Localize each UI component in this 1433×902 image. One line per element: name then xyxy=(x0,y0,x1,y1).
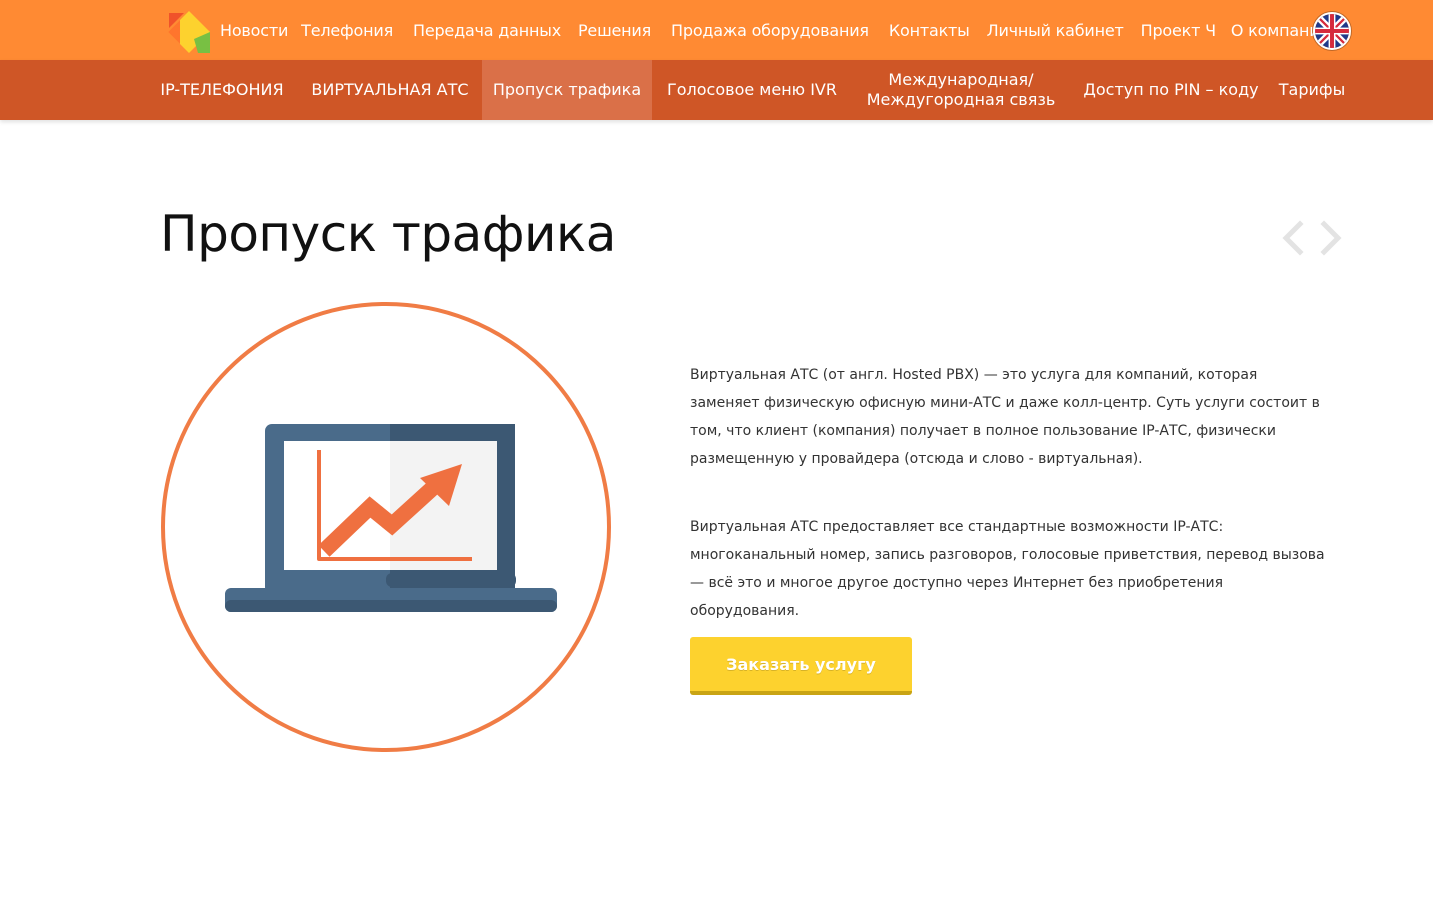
top-bar: Новости Телефония Передача данных Решени… xyxy=(0,0,1433,60)
topnav-personal-account[interactable]: Личный кабинет xyxy=(987,21,1124,40)
topnav-data-transfer[interactable]: Передача данных xyxy=(413,21,561,40)
order-service-button[interactable]: Заказать услугу xyxy=(690,637,912,695)
topnav-project-ch[interactable]: Проект Ч xyxy=(1141,21,1216,40)
subnav-international-line2: Междугородная связь xyxy=(866,90,1056,109)
top-navigation: Новости Телефония Передача данных Решени… xyxy=(220,0,1330,60)
subnav-international-line1: Международная/ xyxy=(888,70,1034,89)
chevron-left-icon[interactable] xyxy=(1278,218,1310,258)
subnav-pin-access[interactable]: Доступ по PIN – коду xyxy=(1070,60,1272,120)
topnav-telephony[interactable]: Телефония xyxy=(301,21,393,40)
subnav-ivr-menu[interactable]: Голосовое меню IVR xyxy=(652,60,852,120)
description-paragraph-2: Виртуальная АТС предоставляет все станда… xyxy=(690,519,1325,619)
subnav-international-calls[interactable]: Международная/ Междугородная связь xyxy=(852,60,1070,120)
company-logo-icon[interactable] xyxy=(166,9,212,53)
topnav-solutions[interactable]: Решения xyxy=(578,21,651,40)
sub-navigation: IP-ТЕЛЕФОНИЯ ВИРТУАЛЬНАЯ АТС Пропуск тра… xyxy=(0,60,1433,120)
laptop-growth-chart-icon xyxy=(225,424,557,612)
slider-arrows xyxy=(1278,218,1346,258)
subnav-tariffs[interactable]: Тарифы xyxy=(1272,60,1352,120)
uk-flag-icon xyxy=(1315,14,1349,48)
topnav-contacts[interactable]: Контакты xyxy=(889,21,970,40)
subnav-ip-telephony[interactable]: IP-ТЕЛЕФОНИЯ xyxy=(146,60,298,120)
topnav-equipment-sales[interactable]: Продажа оборудования xyxy=(671,21,869,40)
language-switch[interactable] xyxy=(1313,12,1351,50)
subnav-virtual-pbx[interactable]: ВИРТУАЛЬНАЯ АТС xyxy=(298,60,482,120)
topnav-news[interactable]: Новости xyxy=(220,21,288,40)
description-paragraph-1: Виртуальная АТС (от англ. Hosted PBX) — … xyxy=(690,367,1320,467)
chevron-right-icon[interactable] xyxy=(1314,218,1346,258)
subnav-traffic-transit[interactable]: Пропуск трафика xyxy=(482,60,652,120)
page-title: Пропуск трафика xyxy=(160,205,616,263)
